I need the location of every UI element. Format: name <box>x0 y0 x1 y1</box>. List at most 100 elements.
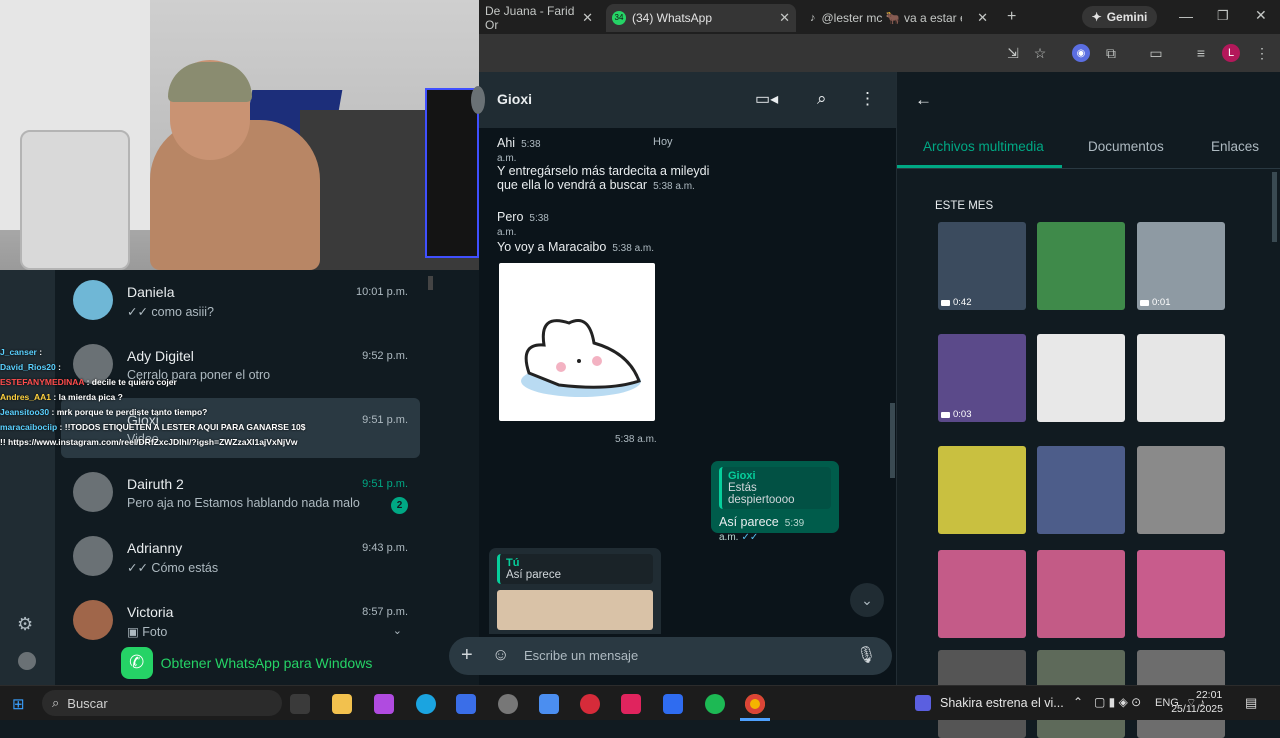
media-thumb-image[interactable] <box>1037 334 1125 422</box>
scrollbar-thumb[interactable] <box>1272 172 1277 242</box>
bookmark-star-icon[interactable]: ☆ <box>1031 44 1049 62</box>
scroll-down-button[interactable]: ⌄ <box>850 583 884 617</box>
edge-icon[interactable] <box>416 694 436 714</box>
chrome-icon[interactable] <box>745 694 765 714</box>
media-thumb-image[interactable] <box>1137 446 1225 534</box>
spotify-icon[interactable] <box>705 694 725 714</box>
taskbar-search[interactable]: ⌕ Buscar <box>42 690 282 716</box>
image-attachment[interactable] <box>497 590 653 630</box>
news-icon[interactable] <box>915 695 931 711</box>
media-thumb-image[interactable] <box>1037 222 1125 310</box>
browser-toolbar: ⇲ ☆ ◉ ⧉ ▭ ≡ L ⋮ <box>479 34 1280 72</box>
scrollbar-thumb[interactable] <box>890 403 895 478</box>
browser-menu-icon[interactable]: ⋮ <box>1253 44 1271 62</box>
tab-de-juana[interactable]: De Juana - Farid Or ✕ <box>479 4 599 32</box>
media-thumb-image[interactable] <box>1137 550 1225 638</box>
contact-avatar[interactable] <box>471 86 485 114</box>
whatsapp-favicon-icon: 34 <box>612 11 626 25</box>
maximize-button[interactable]: ❐ <box>1217 8 1229 24</box>
split-view-icon[interactable]: ▭ <box>1147 44 1165 62</box>
gemini-button[interactable]: ✦ Gemini <box>1082 6 1157 28</box>
opera-icon[interactable] <box>580 694 600 714</box>
message-input[interactable]: Escribe un mensaje <box>524 648 638 663</box>
clock-date[interactable]: 25/11/2025 <box>1166 703 1223 715</box>
chat-preview: ✓✓ Cómo estás <box>127 561 219 575</box>
clock-time[interactable]: 22:01 <box>1196 689 1222 701</box>
quoted-name: Tú <box>506 557 520 569</box>
scrollbar-thumb[interactable] <box>428 276 433 290</box>
close-icon[interactable]: ✕ <box>582 10 593 26</box>
chat-user: ESTEFANYMEDINAA <box>0 377 85 387</box>
tab-whatsapp[interactable]: 34 (34) WhatsApp ✕ <box>606 4 796 32</box>
message-bubble[interactable]: Yo voy a Maracaibo 5:38 a.m. <box>489 234 669 260</box>
media-thumb-video[interactable]: 0:42 <box>938 222 1026 310</box>
quoted-message[interactable]: Gioxi Estás despiertoooo <box>719 467 831 509</box>
tab-documents[interactable]: Documentos <box>1088 139 1164 154</box>
extension-icon[interactable]: ◉ <box>1072 44 1090 62</box>
notifications-icon[interactable]: ▤ <box>1245 695 1257 711</box>
day-label: Hoy <box>653 136 673 148</box>
media-thumb-video[interactable]: 0:01 <box>1137 222 1225 310</box>
message-bubble[interactable]: Y entregárselo más tardecita a mileydi q… <box>489 158 719 198</box>
search-icon[interactable]: ⌕ <box>817 89 827 109</box>
get-whatsapp-banner[interactable]: ✆ Obtener WhatsApp para Windows <box>55 640 438 685</box>
menu-dots-icon[interactable]: ⋮ <box>859 89 876 109</box>
microphone-icon[interactable]: 🎙︎ <box>856 645 876 665</box>
media-thumb-video[interactable]: 0:03 <box>938 334 1026 422</box>
avatar <box>73 280 113 320</box>
tiktok-icon[interactable] <box>621 694 641 714</box>
attach-plus-icon[interactable]: + <box>461 644 473 667</box>
tab-divider <box>897 168 1280 169</box>
close-icon[interactable]: ✕ <box>779 10 790 26</box>
media-panel: ← Archivos multimedia Documentos Enlaces… <box>896 72 1280 738</box>
media-thumb-image[interactable] <box>1137 334 1225 422</box>
avatar <box>73 536 113 576</box>
video-duration: 0:03 <box>941 409 972 420</box>
chat-item-dairuth-2[interactable]: Dairuth 2 Pero aja no Estamos hablando n… <box>55 462 430 522</box>
app-icon-blue[interactable] <box>663 694 683 714</box>
whatsapp-left-rail: ⚙ <box>0 270 55 685</box>
file-explorer-icon[interactable] <box>332 694 352 714</box>
sticker-bunny[interactable] <box>499 263 655 421</box>
close-icon[interactable]: ✕ <box>977 10 988 26</box>
outlook-icon[interactable] <box>456 694 476 714</box>
minimize-button[interactable]: — <box>1179 8 1193 24</box>
tray-icons[interactable]: ▢ ▮ ◈ ⊙ <box>1094 695 1141 709</box>
news-ticker[interactable]: Shakira estrena el vi... <box>940 696 1064 710</box>
windows-start-icon[interactable]: ⊞ <box>12 695 25 713</box>
video-call-icon[interactable]: ▭◂ <box>755 89 778 109</box>
chat-text: mrk porque te perdiste tanto tiempo? <box>56 407 208 417</box>
task-view-icon[interactable] <box>290 694 310 714</box>
tab-links[interactable]: Enlaces <box>1211 139 1259 154</box>
quoted-message[interactable]: Tú Así parece <box>497 554 653 584</box>
stream-chat-line: !! https://www.instagram.com/reel/DRfZxc… <box>0 435 440 450</box>
incoming-reply-bubble[interactable]: Tú Así parece <box>489 548 661 634</box>
store-icon[interactable] <box>539 694 559 714</box>
media-thumb-image[interactable] <box>1037 446 1125 534</box>
extensions-puzzle-icon[interactable]: ⧉ <box>1102 44 1120 62</box>
contact-name[interactable]: Gioxi <box>497 91 532 107</box>
chat-item-adrianny[interactable]: Adrianny ✓✓ Cómo estás 9:43 p.m. <box>55 526 430 586</box>
media-thumb-image[interactable] <box>938 446 1026 534</box>
chevron-up-icon[interactable]: ⌃ <box>1073 695 1083 709</box>
copilot-icon[interactable] <box>374 694 394 714</box>
profile-avatar-icon[interactable] <box>18 652 36 670</box>
profile-avatar[interactable]: L <box>1222 44 1240 62</box>
close-window-button[interactable]: ✕ <box>1255 7 1267 24</box>
app-icon[interactable] <box>498 694 518 714</box>
message-text: Yo voy a Maracaibo <box>497 240 607 254</box>
media-thumb-image[interactable] <box>938 550 1026 638</box>
emoji-sticker-icon[interactable]: ☺ <box>492 645 509 665</box>
tab-media[interactable]: Archivos multimedia <box>923 139 1044 154</box>
back-arrow-icon[interactable]: ← <box>915 90 932 110</box>
media-thumb-image[interactable] <box>1037 550 1125 638</box>
media-queue-icon[interactable]: ≡ <box>1192 44 1210 62</box>
new-tab-button[interactable]: + <box>1007 8 1016 26</box>
tab-tiktok[interactable]: ♪ @lester mc 🐂 va a estar en la ✕ <box>804 4 994 32</box>
chat-item-daniela[interactable]: Daniela ✓✓ como asiii? 10:01 p.m. <box>55 270 430 330</box>
settings-gear-icon[interactable]: ⚙ <box>17 614 33 635</box>
outgoing-reply-bubble[interactable]: Gioxi Estás despiertoooo Así parece 5:39 … <box>711 461 839 543</box>
quoted-text: Estás despiertoooo <box>728 482 795 506</box>
chevron-down-icon[interactable]: ⌄ <box>393 624 402 637</box>
install-app-icon[interactable]: ⇲ <box>1004 44 1022 62</box>
